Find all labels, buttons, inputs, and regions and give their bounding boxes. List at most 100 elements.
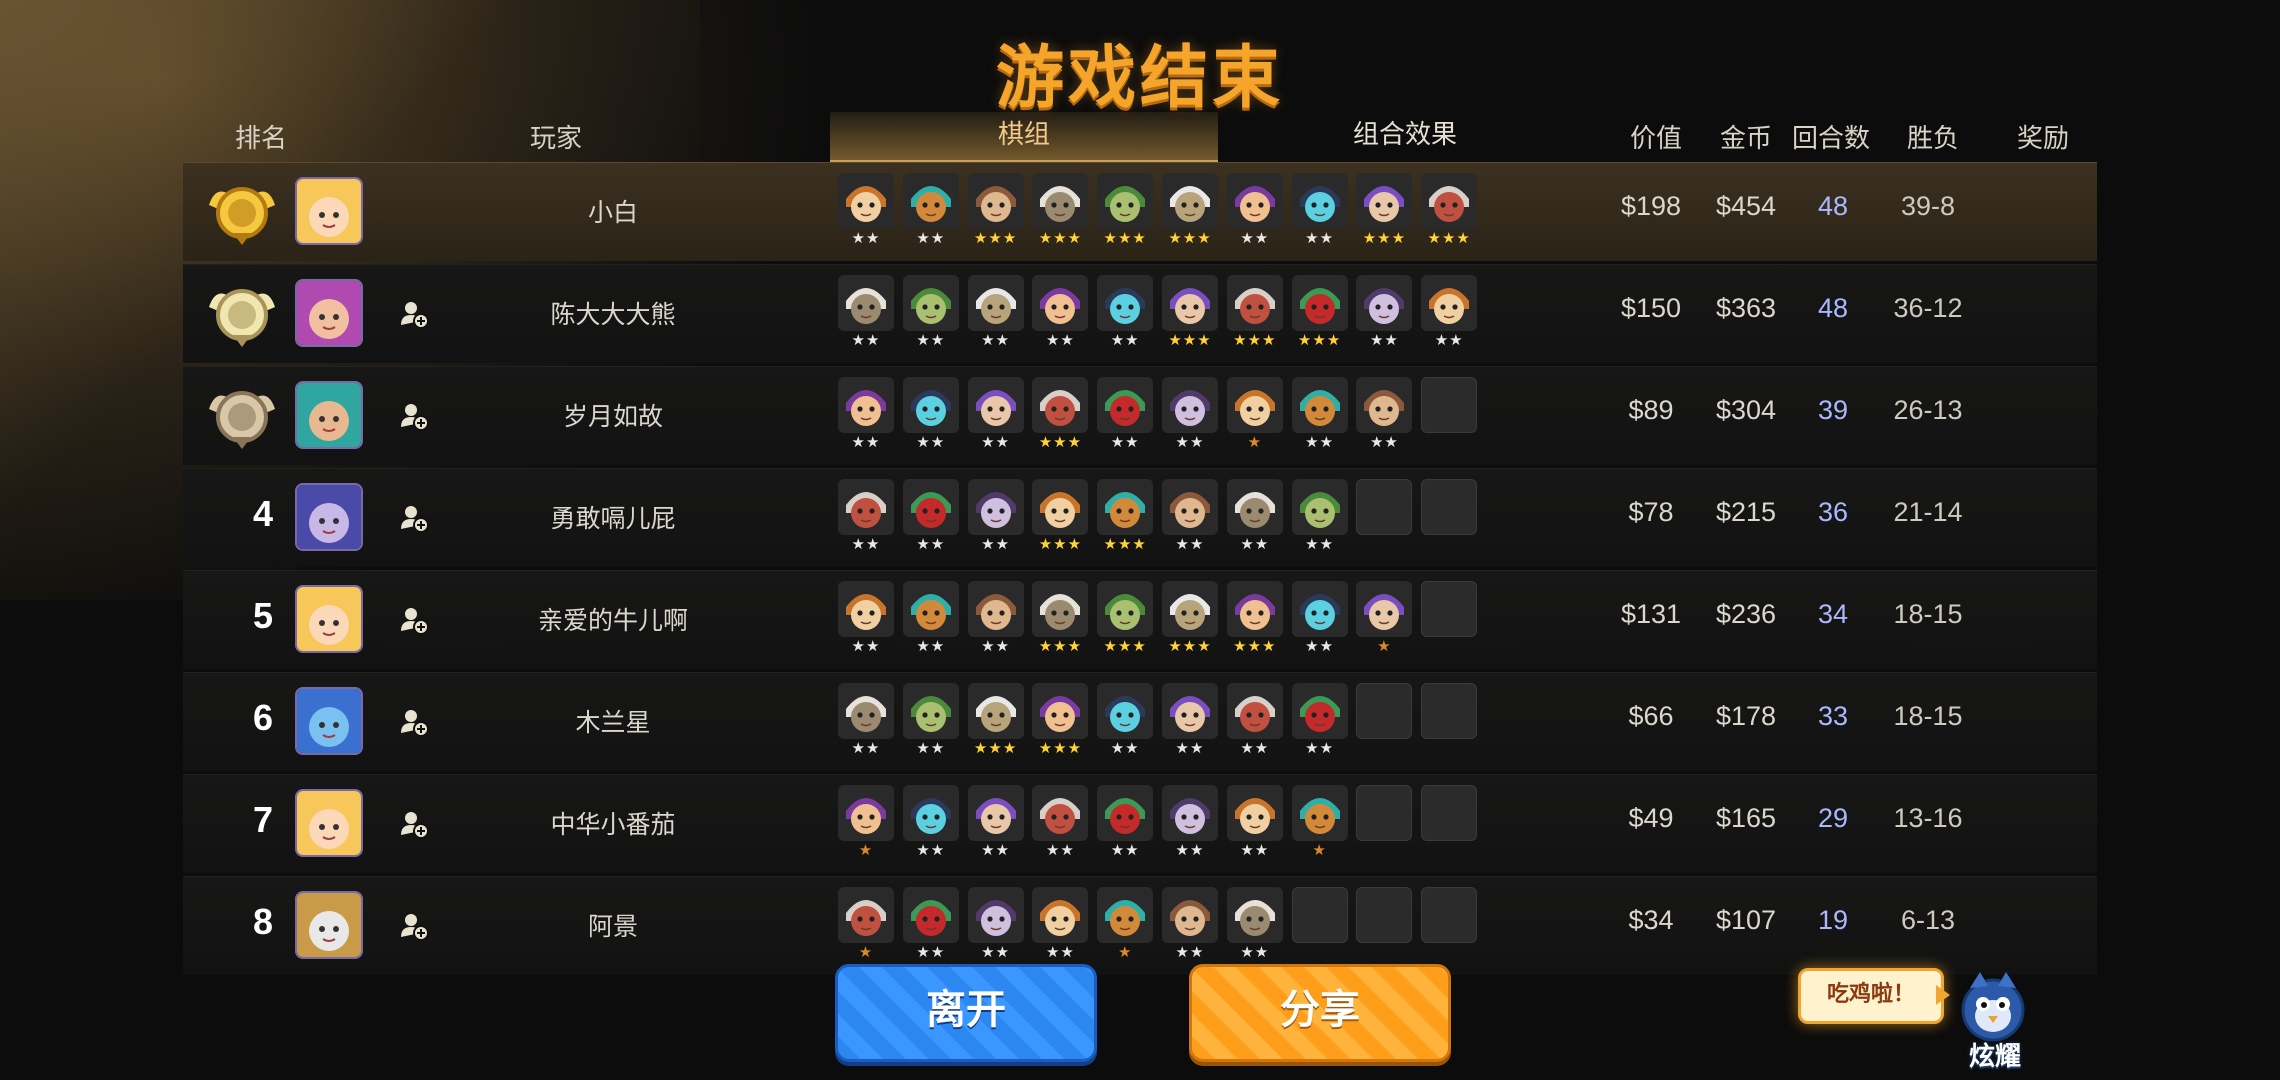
chess-piece[interactable]: ★★: [1291, 377, 1348, 451]
chess-piece[interactable]: ★★: [838, 173, 894, 247]
chess-piece[interactable]: ★★: [1032, 887, 1089, 961]
avatar[interactable]: [295, 483, 363, 551]
chess-piece[interactable]: ★★: [1291, 173, 1348, 247]
chess-piece[interactable]: ★: [1291, 785, 1348, 859]
chess-piece[interactable]: ★★: [1162, 377, 1218, 451]
rank-number: 8: [252, 901, 274, 942]
chess-piece[interactable]: ★★★: [1097, 173, 1154, 247]
avatar[interactable]: [295, 687, 363, 755]
chess-piece[interactable]: ★★: [902, 581, 959, 655]
chess-piece[interactable]: ★★: [1162, 785, 1218, 859]
chess-piece[interactable]: ★★: [1291, 479, 1348, 553]
chess-piece[interactable]: ★★★: [1226, 581, 1283, 655]
add-friend-icon[interactable]: [399, 707, 429, 737]
chess-piece[interactable]: ★★: [838, 479, 894, 553]
chess-piece[interactable]: ★★: [967, 479, 1024, 553]
player-name: 勇敢嗝儿屁: [550, 505, 676, 533]
chess-piece[interactable]: ★★: [1097, 683, 1154, 757]
add-friend-icon[interactable]: [399, 809, 429, 839]
chess-piece[interactable]: ★★: [967, 275, 1024, 349]
chess-piece[interactable]: ★★: [902, 479, 959, 553]
chess-piece[interactable]: ★★: [902, 377, 959, 451]
chess-piece[interactable]: ★★: [1356, 275, 1413, 349]
chess-piece[interactable]: ★★: [838, 275, 894, 349]
chess-piece[interactable]: ★★: [1162, 887, 1218, 961]
add-friend-icon[interactable]: [399, 401, 429, 431]
chess-piece[interactable]: ★★: [902, 683, 959, 757]
star-level: ★★: [916, 842, 946, 859]
chess-piece[interactable]: ★★: [902, 785, 959, 859]
add-friend-icon[interactable]: [399, 503, 429, 533]
chess-piece[interactable]: ★★: [1162, 683, 1218, 757]
leave-button[interactable]: 离开: [835, 964, 1097, 1062]
mascot-icon[interactable]: [1950, 966, 2036, 1046]
chess-piece[interactable]: ★★: [1226, 785, 1283, 859]
chess-piece[interactable]: ★★★: [1097, 581, 1154, 655]
hero-portrait-icon: [1040, 900, 1081, 936]
chess-piece[interactable]: ★: [1356, 581, 1413, 655]
chess-piece[interactable]: ★★: [1226, 173, 1283, 247]
chess-piece[interactable]: ★★: [902, 275, 959, 349]
avatar[interactable]: [295, 789, 363, 857]
hero-portrait-icon: [975, 390, 1016, 426]
chess-piece[interactable]: ★★★: [1421, 173, 1478, 247]
chess-piece[interactable]: ★★: [1097, 785, 1154, 859]
medal-silver-icon: [209, 289, 275, 347]
chess-piece[interactable]: ★★★: [1032, 581, 1089, 655]
chess-piece[interactable]: ★★★: [967, 173, 1024, 247]
avatar[interactable]: [295, 585, 363, 653]
chess-piece[interactable]: ★★★: [1226, 275, 1283, 349]
add-friend-icon[interactable]: [399, 299, 429, 329]
add-friend-icon[interactable]: [399, 911, 429, 941]
tab-pieces[interactable]: 棋组: [830, 112, 1218, 162]
chess-piece[interactable]: ★★: [1097, 275, 1154, 349]
chess-piece[interactable]: ★★★: [1032, 683, 1089, 757]
chess-piece[interactable]: ★★: [1226, 479, 1283, 553]
hero-portrait-icon: [1234, 594, 1275, 630]
chess-piece[interactable]: ★★: [967, 377, 1024, 451]
star-level: ★: [858, 944, 874, 961]
chess-piece[interactable]: ★★: [1162, 479, 1218, 553]
chess-piece[interactable]: ★★★: [1291, 275, 1348, 349]
chess-piece[interactable]: ★★: [1032, 275, 1089, 349]
avatar[interactable]: [295, 279, 363, 347]
chess-piece[interactable]: ★: [838, 785, 894, 859]
chess-piece[interactable]: ★★: [838, 581, 894, 655]
chess-piece[interactable]: ★★★: [1162, 275, 1218, 349]
avatar[interactable]: [295, 177, 363, 245]
chess-piece[interactable]: ★★★: [1162, 581, 1218, 655]
chess-piece[interactable]: ★★★: [1162, 173, 1218, 247]
chess-piece[interactable]: ★★★: [1356, 173, 1413, 247]
chess-piece[interactable]: ★★: [1421, 275, 1478, 349]
share-button[interactable]: 分享: [1189, 964, 1451, 1062]
chess-piece[interactable]: ★★★: [1032, 377, 1089, 451]
chess-piece[interactable]: ★★: [967, 887, 1024, 961]
chess-piece[interactable]: ★★: [967, 785, 1024, 859]
chess-piece[interactable]: ★★: [902, 887, 959, 961]
chess-piece[interactable]: ★: [1226, 377, 1283, 451]
chess-piece[interactable]: ★★★: [1097, 479, 1154, 553]
chess-piece[interactable]: ★★: [838, 683, 894, 757]
chess-piece[interactable]: ★★: [967, 581, 1024, 655]
chess-piece[interactable]: ★★★: [967, 683, 1024, 757]
chess-piece[interactable]: ★★: [1291, 581, 1348, 655]
tab-synergy[interactable]: 组合效果: [1220, 112, 1590, 160]
chess-piece[interactable]: ★★: [838, 377, 894, 451]
chess-piece[interactable]: ★★: [1356, 377, 1413, 451]
avatar[interactable]: [295, 381, 363, 449]
add-friend-icon[interactable]: [399, 605, 429, 635]
chess-piece[interactable]: ★: [838, 887, 894, 961]
hero-portrait-icon: [1299, 696, 1340, 732]
avatar[interactable]: [295, 891, 363, 959]
chess-piece[interactable]: ★★: [1291, 683, 1348, 757]
chess-piece[interactable]: ★★: [1226, 887, 1283, 961]
chess-piece[interactable]: ★★: [1226, 683, 1283, 757]
chess-piece[interactable]: ★★: [1032, 785, 1089, 859]
star-level: ★★: [1305, 740, 1335, 757]
chess-piece[interactable]: ★: [1097, 887, 1154, 961]
chess-piece[interactable]: ★★: [1097, 377, 1154, 451]
chess-piece[interactable]: ★★: [902, 173, 959, 247]
brag-button-label[interactable]: 炫耀: [1960, 1036, 2030, 1073]
chess-piece[interactable]: ★★★: [1032, 479, 1089, 553]
chess-piece[interactable]: ★★★: [1032, 173, 1089, 247]
